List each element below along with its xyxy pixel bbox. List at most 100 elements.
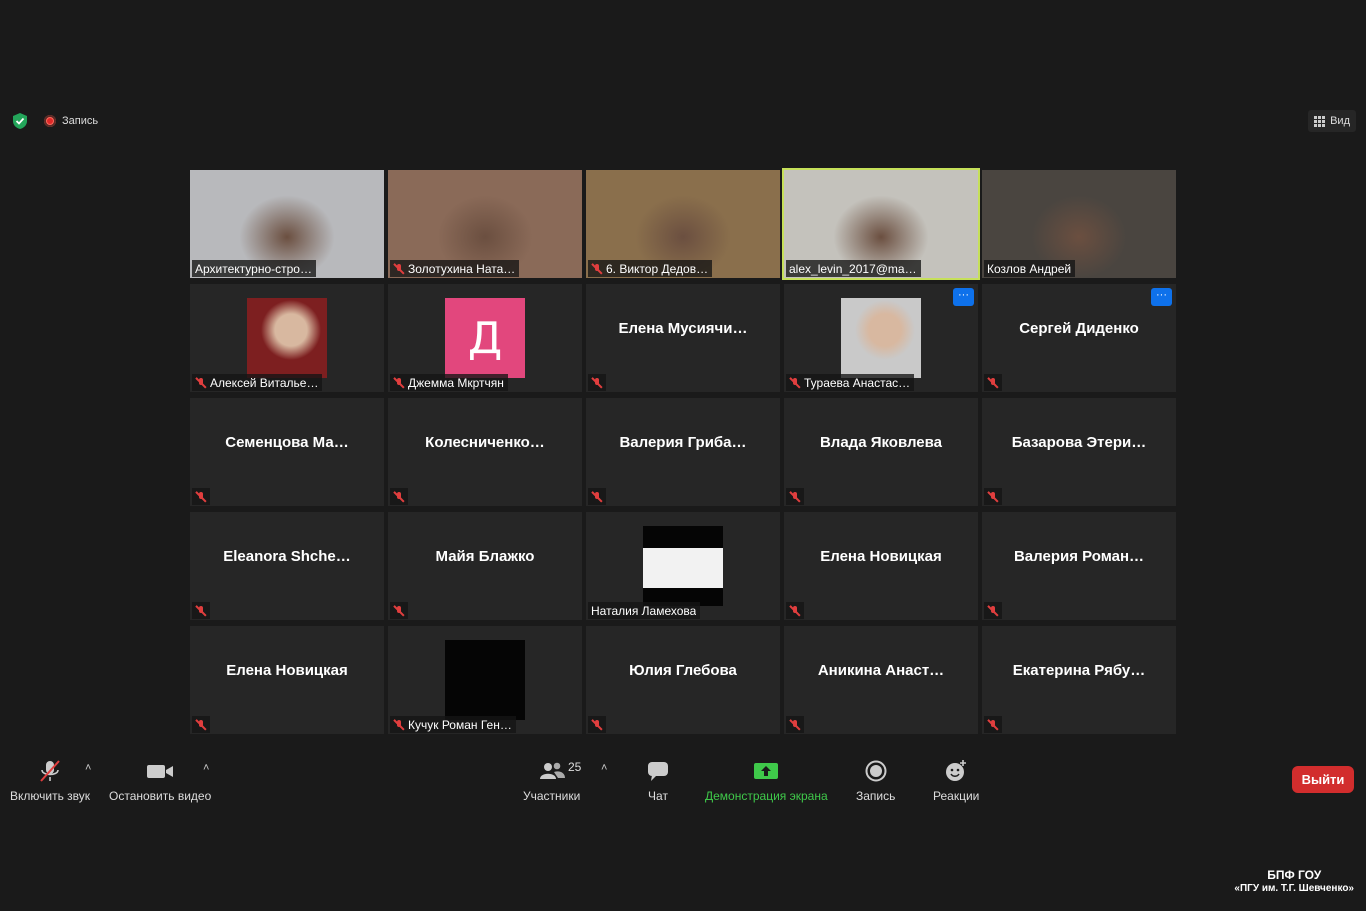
participant-name-label [984,602,1002,619]
participant-name-label [192,716,210,733]
audio-options-caret[interactable]: ˄ [85,762,91,774]
participant-tile[interactable]: Алексей Виталье… [190,284,384,392]
participant-name-label: Джемма Мкртчян [390,374,508,391]
participant-tile[interactable]: Майя Блажко [388,512,582,620]
participant-tile[interactable]: Золотухина Ната… [388,170,582,278]
participant-tile[interactable]: Семенцова Ма… [190,398,384,506]
participant-name-label [984,716,1002,733]
mic-muted-icon [591,263,603,275]
participant-name-label: 6. Виктор Дедов… [588,260,713,277]
participant-tile[interactable]: alex_levin_2017@ma… [782,168,980,280]
participant-tile[interactable]: Валерия Роман… [982,512,1176,620]
mic-muted-icon [591,491,603,503]
watermark-line-2: «ПГУ им. Т.Г. Шевченко» [1234,883,1354,894]
mic-muted-icon [37,758,63,784]
mic-muted-icon [789,605,801,617]
participant-display-name: Сергей Диденко [1019,320,1139,337]
mic-muted-icon [591,719,603,731]
participant-name-label [192,602,210,619]
chat-button[interactable]: Чат [646,758,670,803]
participant-display-name: Валерия Гриба… [619,434,747,451]
mic-muted-icon [987,491,999,503]
participant-name: Джемма Мкртчян [408,375,504,390]
participant-tile[interactable]: Д Джемма Мкртчян [388,284,582,392]
more-options-button[interactable]: ··· [953,288,974,306]
participant-avatar [445,640,525,720]
mic-muted-icon [987,605,999,617]
participant-name: Козлов Андрей [987,261,1072,276]
participant-name: Наталия Ламехова [591,603,697,618]
participant-name-label [984,488,1002,505]
participant-display-name: Елена Новицкая [820,548,942,565]
participant-name: Тураева Анастас… [804,375,911,390]
participant-tile[interactable]: Влада Яковлева [784,398,978,506]
participants-label: Участники [523,789,581,803]
video-options-caret[interactable]: ˄ [203,762,209,774]
share-screen-button[interactable]: Демонстрация экрана [705,758,828,803]
meeting-status-bar: Запись [10,110,98,132]
participant-tile[interactable]: Елена Новицкая [190,626,384,734]
participant-name-label [588,488,606,505]
stop-video-button[interactable]: Остановить видео [109,758,211,803]
record-button[interactable]: Запись [856,758,895,803]
grid-view-icon [1314,115,1326,127]
participants-icon [538,758,566,784]
participant-name-label [390,602,408,619]
participant-name-label: Козлов Андрей [984,260,1076,277]
stop-video-label: Остановить видео [109,789,212,803]
participant-tile[interactable]: Наталия Ламехова [586,512,780,620]
participant-tile[interactable]: Сергей Диденко ··· [982,284,1176,392]
unmute-button[interactable]: Включить звук [10,758,90,803]
participant-name-label [192,488,210,505]
participant-name: Кучук Роман Ген… [408,717,512,732]
share-screen-label: Демонстрация экрана [705,789,828,803]
participant-gallery: Архитектурно-стро… Золотухина Ната… 6. Вик… [190,168,1176,736]
participant-display-name: Семенцова Ма… [225,434,349,451]
participant-tile[interactable]: Елена Новицкая [784,512,978,620]
participant-name: 6. Виктор Дедов… [606,261,709,276]
chat-label: Чат [648,789,668,803]
mic-muted-icon [195,377,207,389]
record-label: Запись [856,789,896,803]
participant-name-label [786,602,804,619]
participant-display-name: Влада Яковлева [819,434,943,451]
chat-bubble-icon [646,758,670,784]
participant-tile[interactable]: Колесниченко… [388,398,582,506]
more-options-button[interactable]: ··· [1151,288,1172,306]
participant-name-label [786,716,804,733]
encryption-shield-icon[interactable] [10,111,30,131]
video-camera-icon [146,758,174,784]
smiley-plus-icon [944,758,968,784]
participants-options-caret[interactable]: ˄ [601,762,607,774]
participant-name-label [390,488,408,505]
participant-tile[interactable]: Екатерина Рябу… [982,626,1176,734]
watermark: БПФ ГОУ «ПГУ им. Т.Г. Шевченко» [1234,869,1354,895]
participant-tile[interactable]: Кучук Роман Ген… [388,626,582,734]
participant-tile[interactable]: Архитектурно-стро… [190,170,384,278]
participant-name-label: Наталия Ламехова [588,602,701,619]
participant-tile[interactable]: ··· Тураева Анастас… [784,284,978,392]
participant-display-name: Аникина Анаст… [817,662,945,679]
participant-name-label: Золотухина Ната… [390,260,520,277]
mic-muted-icon [591,377,603,389]
participant-tile[interactable]: Eleanora Shche… [190,512,384,620]
participant-name-label [588,374,606,391]
participant-name-label [786,488,804,505]
recording-dot-icon [44,115,56,127]
participant-tile[interactable]: Аникина Анаст… [784,626,978,734]
participant-tile[interactable]: Валерия Гриба… [586,398,780,506]
participant-name: Золотухина Ната… [408,261,516,276]
participant-tile[interactable]: Юлия Глебова [586,626,780,734]
view-button[interactable]: Вид [1308,110,1356,132]
recording-label: Запись [62,115,99,127]
participant-tile[interactable]: Козлов Андрей [982,170,1176,278]
mic-muted-icon [789,491,801,503]
mic-muted-icon [987,719,999,731]
participant-tile[interactable]: Базарова Этери… [982,398,1176,506]
participant-tile[interactable]: Елена Мусиячи… [586,284,780,392]
reactions-button[interactable]: Реакции [933,758,979,803]
recording-indicator[interactable]: Запись [44,115,98,127]
participant-tile[interactable]: 6. Виктор Дедов… [586,170,780,278]
participant-name: Алексей Виталье… [210,375,319,390]
leave-button[interactable]: Выйти [1292,766,1354,793]
